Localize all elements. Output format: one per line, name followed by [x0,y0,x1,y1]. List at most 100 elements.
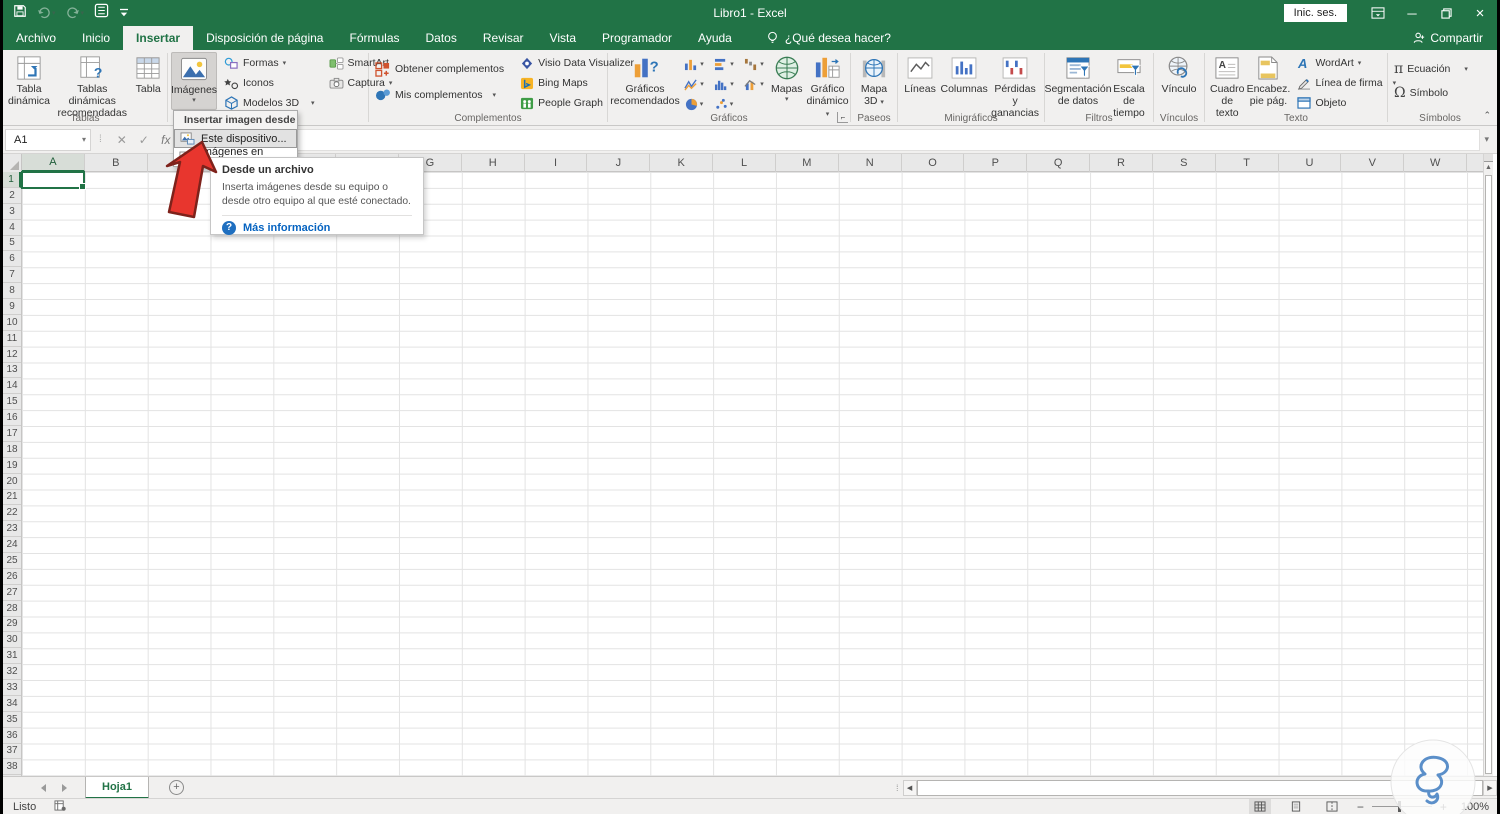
row-header-28[interactable]: 28 [3,601,21,617]
zoom-level[interactable]: 100% [1461,801,1489,813]
pivot-table-button[interactable]: Tabla dinámica [6,52,52,108]
column-header-L[interactable]: L [713,154,776,172]
minimize-button[interactable]: ─ [1395,0,1429,26]
row-header-4[interactable]: 4 [3,220,21,236]
column-header-B[interactable]: B [85,154,148,172]
zoom-slider[interactable] [1371,801,1432,812]
macro-record-icon[interactable] [54,799,66,814]
column-header-O[interactable]: O [902,154,965,172]
scroll-up-icon[interactable]: ▲ [1484,162,1493,174]
vertical-scroll-thumb[interactable] [1485,175,1492,774]
column-header-Q[interactable]: Q [1027,154,1091,172]
row-header-31[interactable]: 31 [3,648,21,665]
page-break-view-button[interactable] [1321,799,1343,814]
tab-archivo[interactable]: Archivo [3,26,69,50]
row-header-22[interactable]: 22 [3,505,21,522]
column-header-V[interactable]: V [1341,154,1405,172]
icons-button[interactable]: Iconos [221,73,318,93]
sparkline-winloss-button[interactable]: Pérdidas y ganancias [989,52,1041,119]
row-header-19[interactable]: 19 [3,458,21,474]
recommended-charts-button[interactable]: ? Gráficos recomendados [610,52,680,108]
collapse-ribbon-icon[interactable]: ⌃ [1483,110,1491,121]
sign-in-button[interactable]: Inic. ses. [1283,4,1347,22]
row-header-27[interactable]: 27 [3,585,21,601]
link-button[interactable]: Vínculo [1157,52,1201,96]
row-header-14[interactable]: 14 [3,378,21,395]
tab-programador[interactable]: Programador [589,26,685,50]
row-header-30[interactable]: 30 [3,632,21,649]
row-header-20[interactable]: 20 [3,474,21,490]
wordart-button[interactable]: A WordArt ▾ [1294,53,1399,73]
zoom-slider-thumb[interactable] [1397,801,1401,812]
tab-disposición-de-página[interactable]: Disposición de página [193,26,336,50]
tab-fórmulas[interactable]: Fórmulas [336,26,412,50]
ribbon-display-options-icon[interactable] [1361,0,1395,26]
column-header-M[interactable]: M [776,154,839,172]
row-header-24[interactable]: 24 [3,537,21,553]
selected-cell-a1[interactable] [21,171,86,190]
tab-insertar[interactable]: Insertar [123,26,194,50]
row-header-1[interactable]: 1 [3,172,21,188]
formula-bar-splitter[interactable]: ⁞ [99,134,103,145]
sheet-nav-left-icon[interactable] [41,783,46,792]
row-header-35[interactable]: 35 [3,712,21,728]
scroll-right-icon[interactable]: ▶ [1483,780,1497,796]
row-header-15[interactable]: 15 [3,394,21,411]
tab-datos[interactable]: Datos [413,26,470,50]
scatter-chart-button[interactable]: ▾ [709,94,739,114]
combo-chart-button[interactable]: ▾ [739,74,769,94]
horizontal-scrollbar[interactable]: ⁞ ◀ ▶ [896,779,1497,797]
row-header-3[interactable]: 3 [3,204,21,220]
waterfall-chart-button[interactable]: ▾ [739,54,769,74]
row-header-17[interactable]: 17 [3,426,21,442]
row-header-5[interactable]: 5 [3,236,21,252]
row-header-37[interactable]: 37 [3,744,21,760]
histogram-chart-button[interactable]: ▾ [709,74,739,94]
recommended-pivots-button[interactable]: ? Tablas dinámicas recomendadas [52,52,132,119]
undo-button[interactable]: ▾ [37,7,56,19]
row-header-7[interactable]: 7 [3,267,21,284]
column-header-U[interactable]: U [1279,154,1342,172]
row-header-13[interactable]: 13 [3,363,21,379]
tab-revisar[interactable]: Revisar [470,26,537,50]
normal-view-button[interactable] [1248,799,1271,814]
row-header-6[interactable]: 6 [3,251,21,268]
get-addins-button[interactable]: Obtener complementos [372,56,507,82]
redo-button[interactable]: ▾ [66,7,84,19]
tab-ayuda[interactable]: Ayuda [685,26,745,50]
restore-button[interactable] [1429,0,1463,26]
customize-qat-button[interactable] [119,7,129,19]
cells-area[interactable] [22,172,1483,776]
column-header-I[interactable]: I [525,154,588,172]
my-addins-button[interactable]: Mis complementos ▾ [372,82,507,108]
column-header-T[interactable]: T [1216,154,1279,172]
column-header-W[interactable]: W [1404,154,1468,172]
more-info-link[interactable]: ? Más información [222,220,412,235]
horizontal-split-handle[interactable]: ⁞ [896,783,899,793]
vertical-scrollbar[interactable]: ▲ [1483,154,1493,776]
share-button[interactable]: Compartir [1413,26,1483,50]
column-header-P[interactable]: P [964,154,1028,172]
close-button[interactable]: × [1463,0,1497,26]
row-header-10[interactable]: 10 [3,315,21,331]
object-button[interactable]: Objeto [1294,93,1399,113]
row-header-16[interactable]: 16 [3,410,21,426]
row-header-32[interactable]: 32 [3,664,21,680]
slicer-button[interactable]: Segmentación de datos [1044,52,1112,108]
bar-chart-button[interactable]: ▾ [709,54,739,74]
name-box[interactable]: A1 ▾ [5,128,91,151]
save-icon[interactable] [13,4,27,23]
maps-button[interactable]: Mapas ▾ [769,52,805,104]
cancel-icon[interactable]: ✕ [111,133,133,147]
row-header-36[interactable]: 36 [3,728,21,744]
column-header-S[interactable]: S [1153,154,1216,172]
row-header-21[interactable]: 21 [3,490,21,506]
zoom-in-icon[interactable]: + [1440,800,1447,814]
tell-me-search[interactable]: ¿Qué desea hacer? [767,26,891,50]
header-footer-button[interactable]: Encabez. pie pág. [1246,52,1290,108]
row-header-29[interactable]: 29 [3,617,21,633]
row-header-23[interactable]: 23 [3,521,21,538]
equation-button[interactable]: π Ecuación ▾ [1391,57,1471,81]
row-header-34[interactable]: 34 [3,696,21,712]
horizontal-scroll-thumb[interactable] [916,780,1483,796]
